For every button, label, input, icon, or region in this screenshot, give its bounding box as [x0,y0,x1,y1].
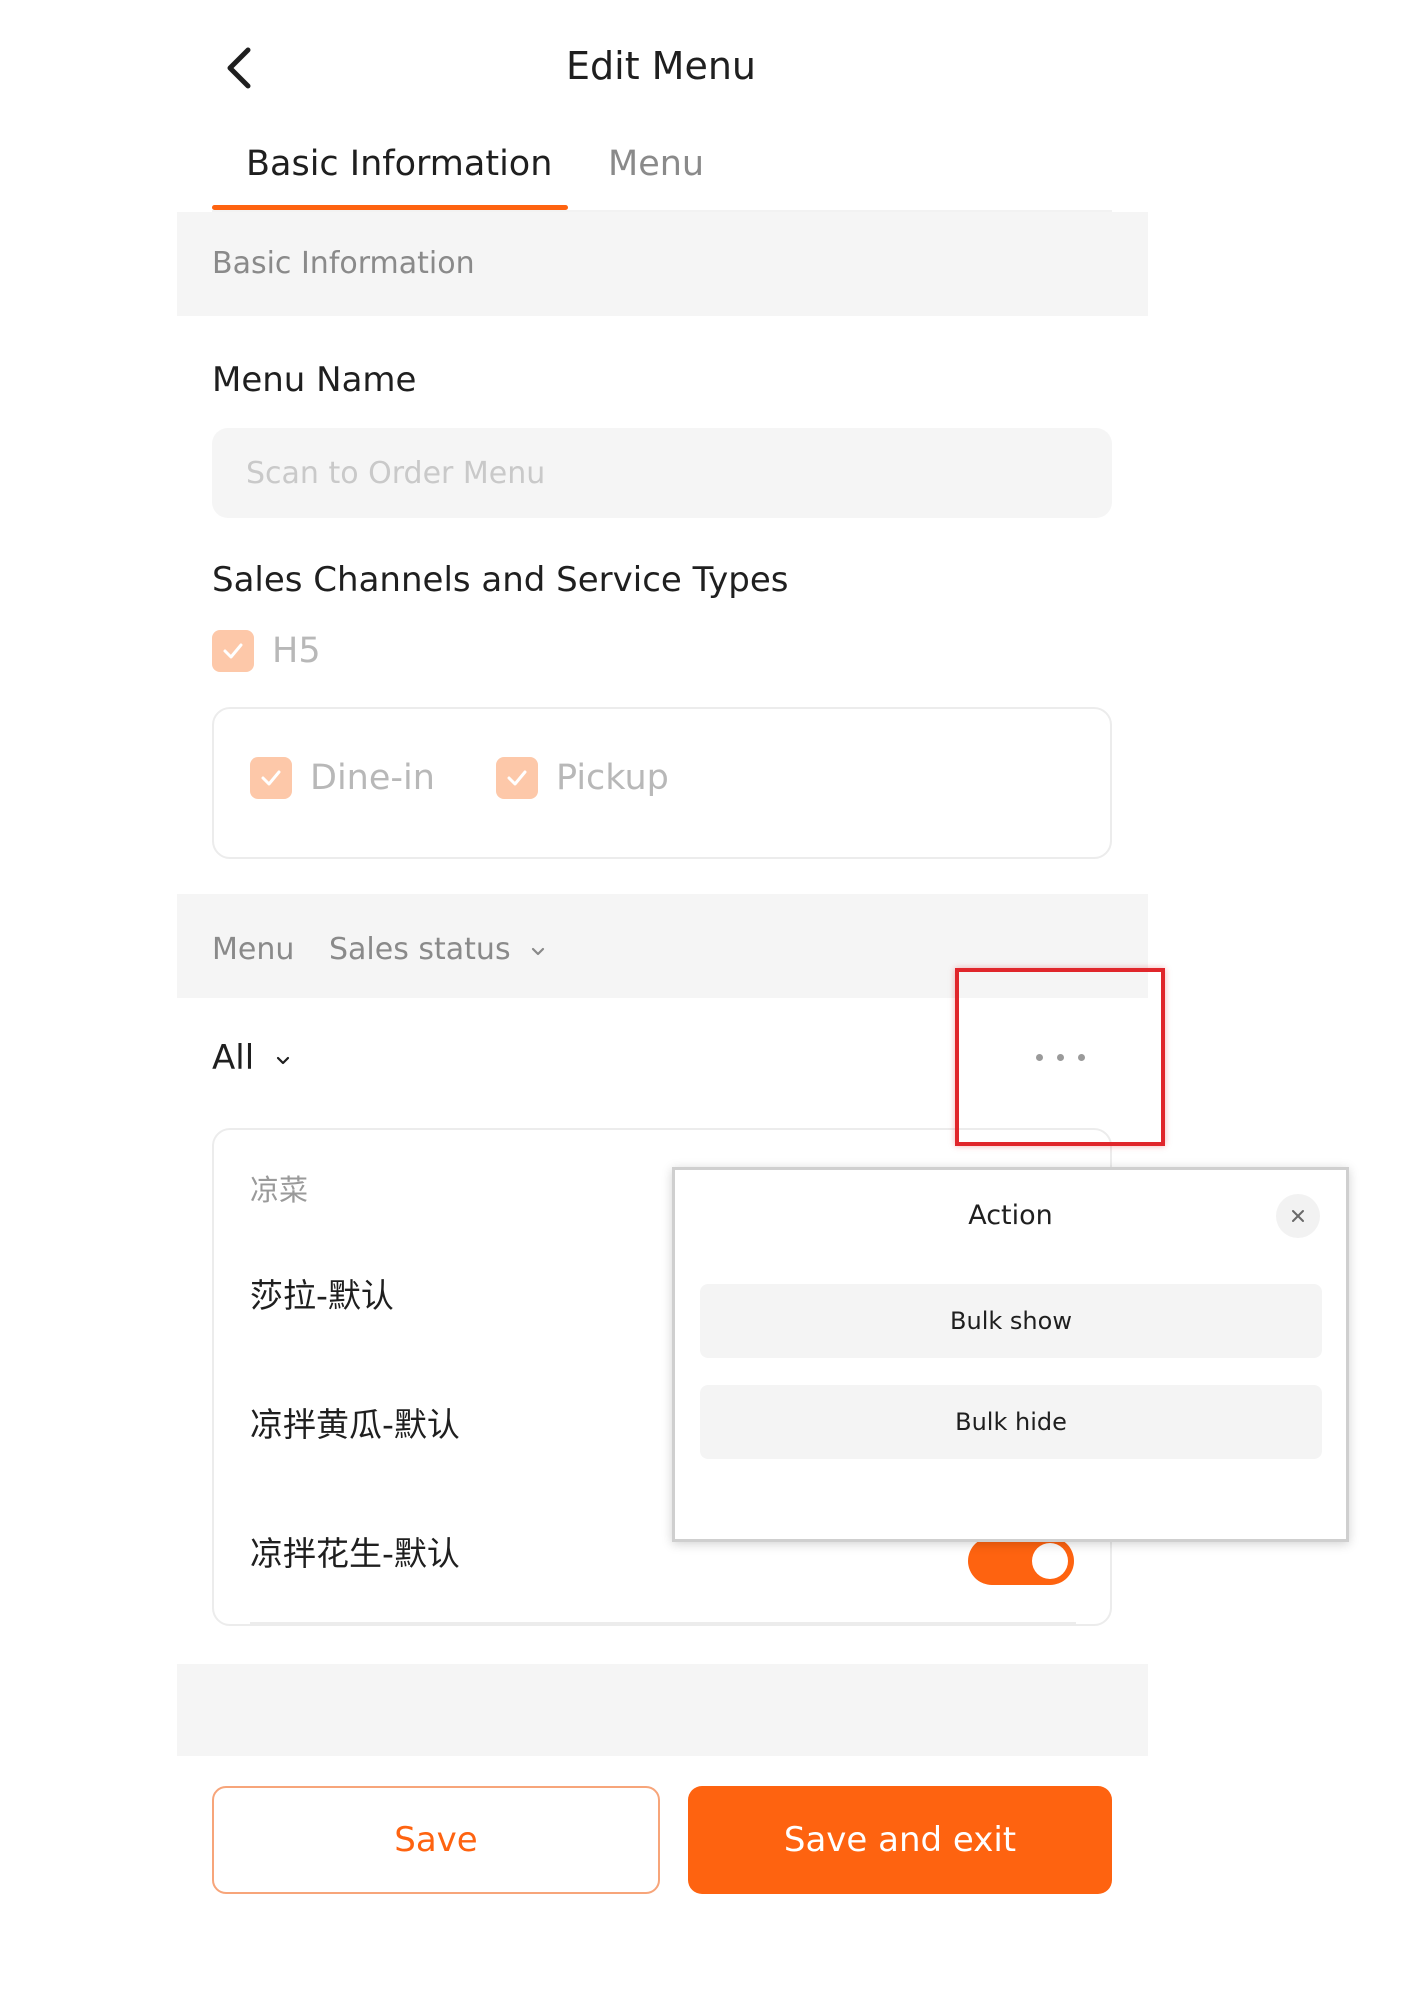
tab-basic-information[interactable]: Basic Information [246,140,552,188]
list-item: 莎拉-默认 [250,1276,394,1315]
close-button[interactable] [1276,1194,1320,1238]
check-icon [223,643,243,659]
list-divider [250,1622,1076,1624]
save-and-exit-button[interactable]: Save and exit [688,1786,1112,1894]
chevron-down-icon [532,947,545,955]
h5-checkbox[interactable] [212,630,254,672]
more-actions-button[interactable] [955,968,1165,1146]
close-icon [1292,1210,1304,1222]
sales-channels-label: Sales Channels and Service Types [212,560,789,600]
sales-status-dropdown[interactable]: Sales status [329,928,548,972]
item-visibility-toggle[interactable] [968,1537,1074,1585]
basic-info-section-header: Basic Information [177,212,1148,316]
all-filter-label: All [212,1038,255,1078]
check-icon [507,770,527,786]
category-label: 凉菜 [250,1173,309,1207]
action-popup-title: Action [968,1200,1053,1231]
menu-name-input[interactable] [212,428,1112,518]
bulk-show-button[interactable]: Bulk show [700,1284,1322,1358]
page-title: Edit Menu [566,44,756,88]
all-filter-dropdown[interactable]: All [212,1034,293,1082]
menu-header-label: Menu [212,932,295,967]
bottom-spacer [177,1664,1148,1756]
h5-label: H5 [272,631,321,671]
bulk-hide-button[interactable]: Bulk hide [700,1385,1322,1459]
tab-menu[interactable]: Menu [608,140,704,188]
menu-name-label: Menu Name [212,360,417,400]
toggle-knob [1032,1543,1068,1579]
dine-in-checkbox[interactable] [250,757,292,799]
action-popup: Action Bulk show Bulk hide [672,1167,1349,1542]
chevron-down-icon [276,1056,290,1064]
list-item: 凉拌黄瓜-默认 [250,1405,460,1444]
basic-info-header-label: Basic Information [212,246,475,281]
sales-status-label: Sales status [329,932,511,967]
save-button[interactable]: Save [212,1786,660,1894]
list-item: 凉拌花生-默认 [250,1534,460,1573]
check-icon [261,770,281,786]
pickup-checkbox[interactable] [496,757,538,799]
dine-in-label: Dine-in [310,758,435,798]
pickup-label: Pickup [556,758,669,798]
more-dots-icon [1035,1053,1085,1061]
